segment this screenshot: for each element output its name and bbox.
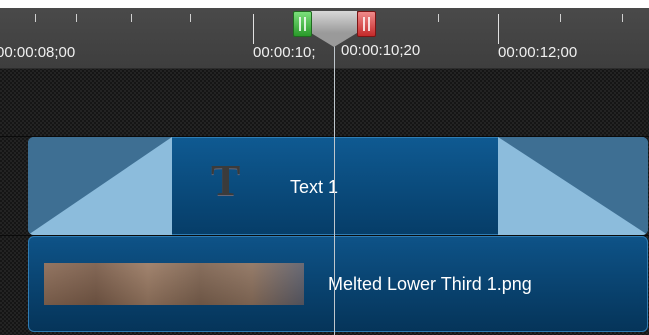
ruler-tick-major — [498, 14, 499, 44]
ruler-tick — [190, 14, 191, 22]
playhead-line[interactable] — [334, 33, 335, 335]
grip-icon — [368, 17, 370, 31]
grip-icon — [304, 17, 306, 31]
timeline-view: 00:00:08;00 00:00:10; 00:00:10;20 00:00:… — [0, 0, 649, 335]
grip-icon — [299, 17, 301, 31]
ruler-tick — [560, 14, 561, 22]
top-border — [0, 0, 649, 8]
playhead-handle[interactable] — [311, 11, 357, 33]
image-clip-label: Melted Lower Third 1.png — [328, 274, 532, 294]
ruler-timecode: 00:00:08;00 — [0, 44, 76, 61]
image-clip[interactable]: Melted Lower Third 1.png — [28, 236, 648, 332]
text-clip-label: Text 1 — [290, 177, 339, 197]
out-point-marker[interactable] — [357, 11, 376, 37]
image-thumbnail — [44, 263, 304, 305]
grip-icon — [363, 17, 365, 31]
ruler-tick — [35, 14, 36, 22]
fade-in-transition[interactable] — [28, 137, 172, 235]
ruler-timecode: 00:00:12;00 — [498, 44, 578, 61]
ruler-timecode: 00:00:10; — [253, 44, 316, 61]
ruler-tick — [438, 14, 439, 22]
ruler-tick — [131, 14, 132, 22]
ruler-tick — [622, 14, 623, 22]
fade-out-transition[interactable] — [498, 137, 648, 235]
playhead-pointer[interactable] — [311, 33, 357, 47]
ruler-tick-major — [253, 14, 254, 44]
ruler-tick — [76, 14, 77, 22]
in-point-marker[interactable] — [293, 11, 312, 37]
text-clip[interactable]: T Text 1 — [28, 137, 648, 235]
text-t-icon: T — [211, 156, 241, 205]
